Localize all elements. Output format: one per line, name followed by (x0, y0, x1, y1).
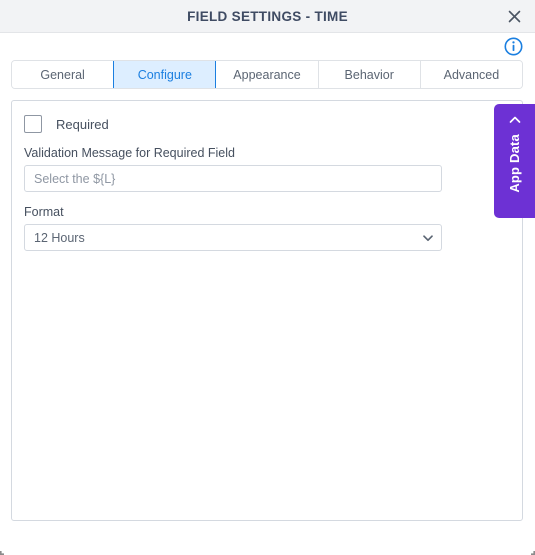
format-label: Format (24, 205, 64, 219)
tab-configure[interactable]: Configure (113, 61, 217, 88)
tab-behavior[interactable]: Behavior (318, 61, 421, 88)
required-field-row: Required (24, 115, 522, 133)
tab-general-label: General (40, 67, 85, 82)
format-select-wrap: 12 Hours (24, 224, 442, 251)
info-button[interactable] (504, 37, 523, 56)
chevron-left-icon (508, 113, 522, 127)
required-checkbox[interactable] (24, 115, 42, 133)
tab-general[interactable]: General (12, 61, 115, 88)
format-select[interactable]: 12 Hours (24, 224, 442, 251)
required-checkbox-label: Required (56, 116, 109, 132)
validation-message-field: Validation Message for Required Field (24, 146, 522, 192)
dialog-header-tools (0, 33, 535, 60)
resize-handle-bottom-right (526, 546, 535, 555)
format-field: Format 12 Hours (24, 205, 522, 251)
tab-configure-label: Configure (137, 67, 192, 82)
dialog-title: FIELD SETTINGS - TIME (187, 8, 348, 24)
validation-message-input[interactable] (24, 165, 442, 192)
app-data-label: App Data (507, 134, 522, 193)
configure-tab-panel: Required Validation Message for Required… (11, 100, 523, 521)
dialog-titlebar: FIELD SETTINGS - TIME (0, 0, 535, 33)
tab-appearance-label: Appearance (233, 67, 301, 82)
field-settings-dialog: FIELD SETTINGS - TIME General Configure … (0, 0, 535, 555)
info-circle-icon (504, 37, 523, 56)
close-button[interactable] (502, 4, 526, 28)
close-icon (507, 9, 522, 24)
app-data-panel-toggle[interactable]: App Data (494, 104, 535, 218)
tab-appearance[interactable]: Appearance (216, 61, 319, 88)
tab-behavior-label: Behavior (344, 67, 394, 82)
settings-tabbar: General Configure Appearance Behavior Ad… (11, 60, 523, 89)
tab-advanced-label: Advanced (443, 67, 500, 82)
validation-message-label: Validation Message for Required Field (24, 146, 235, 160)
tab-advanced[interactable]: Advanced (420, 61, 522, 88)
resize-handle-bottom-left (0, 546, 9, 555)
